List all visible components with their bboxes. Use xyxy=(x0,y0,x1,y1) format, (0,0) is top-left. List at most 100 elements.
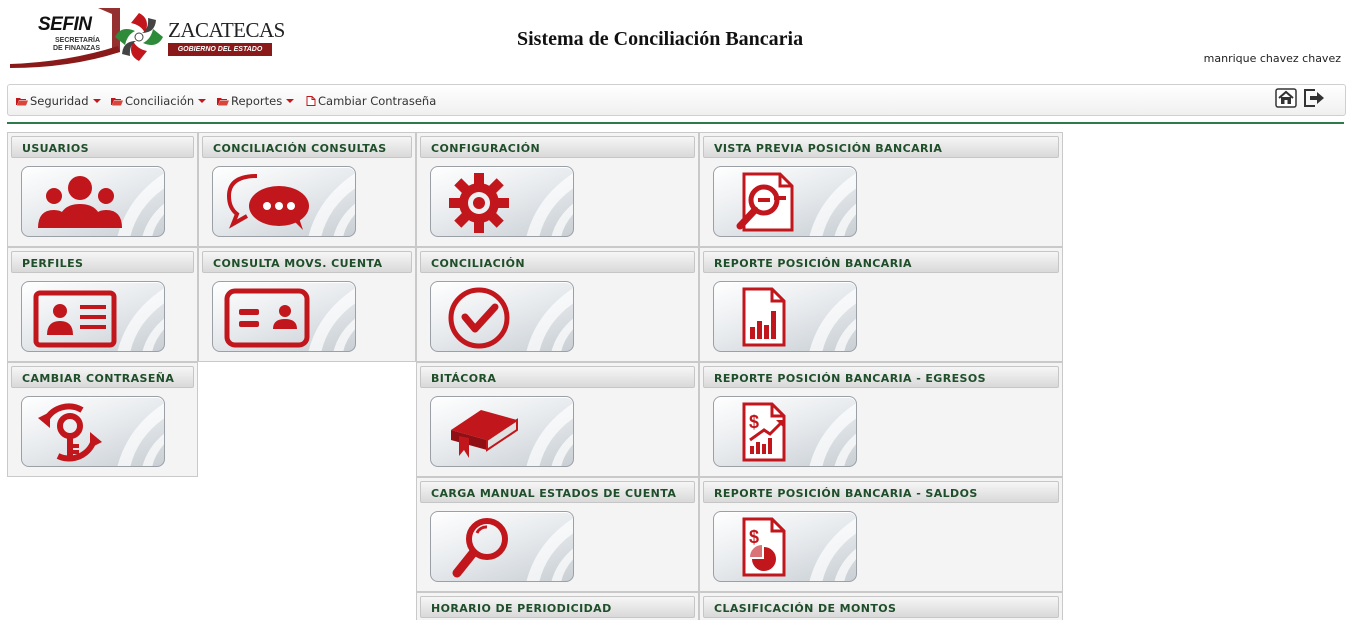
tile-title: HORARIO DE PERIODICIDAD xyxy=(431,602,612,615)
app-title: Sistema de Conciliación Bancaria xyxy=(517,28,804,50)
menu-seguridad[interactable]: Seguridad xyxy=(16,94,101,108)
usuarios-button[interactable] xyxy=(21,166,165,237)
tile-configuracion: CONFIGURACIÓN xyxy=(416,132,699,247)
reporte-egresos-button[interactable]: $ xyxy=(713,396,857,467)
tile-title: CONCILIACIÓN CONSULTAS xyxy=(213,142,387,155)
tile-title: CLASIFICACIÓN DE MONTOS xyxy=(714,602,897,615)
header: SEFIN SECRETARÍA DE FINANZAS ZACATECAS G… xyxy=(0,0,1347,80)
tile-title: VISTA PREVIA POSICIÓN BANCARIA xyxy=(714,142,943,155)
tile-header: CONSULTA MOVS. CUENTA xyxy=(202,251,412,273)
tile-clasificacion-montos: CLASIFICACIÓN DE MONTOS xyxy=(699,592,1063,620)
conciliacion-button[interactable] xyxy=(430,281,574,352)
check-circle-icon xyxy=(448,287,510,349)
tile-title: PERFILES xyxy=(22,257,84,270)
chevron-down-icon xyxy=(198,99,207,103)
tile-header: PERFILES xyxy=(11,251,194,273)
tile-bitacora: BITÁCORA xyxy=(416,362,699,477)
cambiar-contrasena-button[interactable] xyxy=(21,396,165,467)
menu-reportes[interactable]: Reportes xyxy=(217,94,295,108)
tile-conciliacion: CONCILIACIÓN xyxy=(416,247,699,362)
folder-open-icon xyxy=(111,98,123,106)
folder-open-icon xyxy=(16,98,28,106)
zacatecas-title: ZACATECAS xyxy=(168,18,285,42)
tile-header: BITÁCORA xyxy=(420,366,695,388)
sefin-line2: DE FINANZAS xyxy=(52,45,100,52)
magnifier-icon xyxy=(452,518,508,578)
tile-usuarios: USUARIOS xyxy=(7,132,198,247)
tile-title: REPORTE POSICIÓN BANCARIA - EGRESOS xyxy=(714,372,986,385)
bitacora-button[interactable] xyxy=(430,396,574,467)
accounts-card-icon xyxy=(224,288,310,348)
tile-title: REPORTE POSICIÓN BANCARIA - SALDOS xyxy=(714,487,978,500)
id-card-icon xyxy=(33,290,117,348)
chat-bubbles-icon xyxy=(226,174,309,230)
tile-perfiles: PERFILES xyxy=(7,247,198,362)
reporte-saldos-button[interactable]: $ xyxy=(713,511,857,582)
tile-header: REPORTE POSICIÓN BANCARIA - SALDOS xyxy=(703,481,1059,503)
header-divider xyxy=(7,122,1344,124)
tile-title: CARGA MANUAL ESTADOS DE CUENTA xyxy=(431,487,677,500)
sefin-line1: SECRETARÍA xyxy=(55,37,100,44)
tile-header: CONCILIACIÓN CONSULTAS xyxy=(202,136,412,158)
document-icon xyxy=(306,96,316,106)
tile-cambiar-contrasena: CAMBIAR CONTRASEÑA xyxy=(7,362,198,477)
document-chart-icon xyxy=(742,287,786,347)
tile-title: CONCILIACIÓN xyxy=(431,257,525,270)
user-name: manrique chavez chavez xyxy=(1203,52,1341,65)
menu-cambiar-contrasena[interactable]: Cambiar Contraseña xyxy=(306,94,436,108)
menu-conciliacion[interactable]: Conciliación xyxy=(111,94,207,108)
zacatecas-emblem-icon xyxy=(115,13,163,61)
tile-conciliacion-consultas: CONCILIACIÓN CONSULTAS xyxy=(198,132,416,247)
folder-open-icon xyxy=(217,98,229,106)
chevron-down-icon xyxy=(92,99,101,103)
tile-carga-manual: CARGA MANUAL ESTADOS DE CUENTA xyxy=(416,477,699,592)
document-search-icon xyxy=(736,172,794,232)
tile-header: CONFIGURACIÓN xyxy=(420,136,695,158)
tile-title: CONSULTA MOVS. CUENTA xyxy=(213,257,383,270)
tile-title: CAMBIAR CONTRASEÑA xyxy=(22,372,175,385)
perfiles-button[interactable] xyxy=(21,281,165,352)
key-refresh-icon xyxy=(38,403,102,462)
tile-header: CAMBIAR CONTRASEÑA xyxy=(11,366,194,388)
tile-vista-previa: VISTA PREVIA POSICIÓN BANCARIA xyxy=(699,132,1063,247)
sefin-subtitle: SECRETARÍA DE FINANZAS xyxy=(38,37,100,53)
document-pie-icon: $ xyxy=(742,517,786,577)
svg-text:$: $ xyxy=(749,412,759,432)
gear-icon xyxy=(449,173,509,233)
sefin-zacatecas-logo: SEFIN SECRETARÍA DE FINANZAS ZACATECAS G… xyxy=(8,6,285,68)
tile-header: REPORTE POSICIÓN BANCARIA xyxy=(703,251,1059,273)
tile-reporte-egresos: REPORTE POSICIÓN BANCARIA - EGRESOS $ xyxy=(699,362,1063,477)
zacatecas-subtitle: GOBIERNO DEL ESTADO xyxy=(168,43,272,56)
tile-title: BITÁCORA xyxy=(431,372,497,385)
tile-reporte-posicion: REPORTE POSICIÓN BANCARIA xyxy=(699,247,1063,362)
book-icon xyxy=(451,410,518,458)
home-icon[interactable] xyxy=(1275,88,1297,108)
tile-header: REPORTE POSICIÓN BANCARIA - EGRESOS xyxy=(703,366,1059,388)
configuracion-button[interactable] xyxy=(430,166,574,237)
users-icon xyxy=(38,176,122,228)
tile-header: VISTA PREVIA POSICIÓN BANCARIA xyxy=(703,136,1059,158)
tile-header: CONCILIACIÓN xyxy=(420,251,695,273)
consulta-movs-cuenta-button[interactable] xyxy=(212,281,356,352)
svg-text:$: $ xyxy=(749,527,759,547)
tile-title: CONFIGURACIÓN xyxy=(431,142,541,155)
menu-seguridad-label: Seguridad xyxy=(30,94,89,108)
menu-cambiar-contrasena-label: Cambiar Contraseña xyxy=(318,94,437,108)
tile-title: REPORTE POSICIÓN BANCARIA xyxy=(714,257,912,270)
tile-header: HORARIO DE PERIODICIDAD xyxy=(420,596,695,618)
tile-header: CLASIFICACIÓN DE MONTOS xyxy=(703,596,1059,618)
menu-bar: Seguridad Conciliación Reportes Cambiar … xyxy=(7,84,1346,116)
tile-header: CARGA MANUAL ESTADOS DE CUENTA xyxy=(420,481,695,503)
chevron-down-icon xyxy=(286,99,295,103)
menu-conciliacion-label: Conciliación xyxy=(125,94,195,108)
document-money-chart-icon: $ xyxy=(742,402,786,462)
menu-reportes-label: Reportes xyxy=(231,94,283,108)
reporte-posicion-button[interactable] xyxy=(713,281,857,352)
logout-icon[interactable] xyxy=(1303,88,1325,108)
sefin-title: SEFIN xyxy=(38,14,92,35)
vista-previa-button[interactable] xyxy=(713,166,857,237)
carga-manual-button[interactable] xyxy=(430,511,574,582)
tile-header: USUARIOS xyxy=(11,136,194,158)
tile-consulta-movs-cuenta: CONSULTA MOVS. CUENTA xyxy=(198,247,416,362)
conciliacion-consultas-button[interactable] xyxy=(212,166,356,237)
